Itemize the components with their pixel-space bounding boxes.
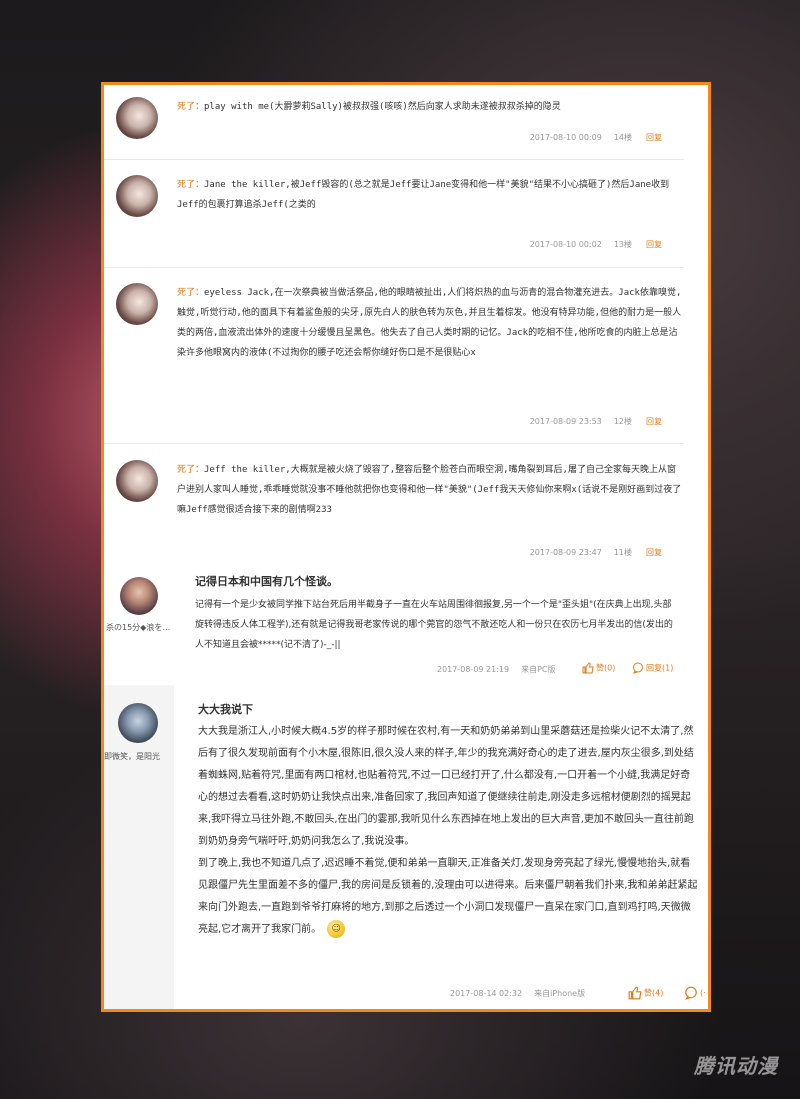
like-button[interactable]: 赞(4): [628, 986, 663, 1000]
comment-text: Jane the killer,被Jeff毁容的(总之就是Jeff要让Jane变…: [177, 180, 670, 210]
like-count: 赞(0): [596, 663, 616, 673]
comment-item: 杀の15分◆浪を… 记得日本和中国有几个怪谈。 记得有一个是少女被同学推下站台死…: [104, 563, 708, 685]
comment-text: 大大我是浙江人,小时候大概4.5岁的样子那时候在农村,有一天和奶奶弟弟到山里采蘑…: [198, 721, 698, 941]
comments-panel: 死了：play with me(大爵萝莉Sally)被叔叔强(咳咳)然后向家人求…: [101, 82, 711, 1012]
comment-time: 2017-08-10 00:02: [529, 240, 602, 249]
thumbs-up-icon: [628, 986, 642, 1000]
comment-item: 死了：Jane the killer,被Jeff毁容的(总之就是Jeff要让Ja…: [104, 163, 684, 268]
comment-source: 来自iPhone版: [534, 989, 586, 998]
comment-source: 来自PC版: [521, 665, 556, 674]
comment-item: 死了：play with me(大爵萝莉Sally)被叔叔强(咳咳)然后向家人求…: [104, 85, 684, 160]
divider: [104, 267, 684, 268]
avatar[interactable]: [116, 97, 158, 139]
comment-meta: 2017-08-09 23:47 11楼 回复: [530, 547, 662, 558]
comment-title: 记得日本和中国有几个怪谈。: [195, 575, 338, 588]
comment-item: 死了：eyeless Jack,在一次祭典被当做活祭品,他的眼睛被扯出,人们将炽…: [104, 271, 684, 444]
comment-author[interactable]: 死了：: [177, 465, 204, 475]
comment-title: 大大我说下: [198, 703, 253, 716]
reply-button[interactable]: 回复: [646, 417, 662, 426]
reply-count: (·: [700, 988, 706, 998]
like-count: 赞(4): [644, 988, 664, 998]
comment-text: Jeff the killer,大概就是被火烧了毁容了,整容后整个脸苍白而眼空洞…: [177, 465, 682, 515]
author-column: 即微笑，是阳光: [104, 685, 174, 1009]
like-button[interactable]: 赞(0): [582, 662, 615, 674]
reply-button[interactable]: 回复: [646, 133, 662, 142]
comment-paragraph: 到了晚上,我也不知道几点了,迟迟睡不着觉,便和弟弟一直聊天,正准备关灯,发现身旁…: [198, 858, 698, 935]
reply-button[interactable]: (·: [684, 986, 706, 1000]
comment-item: 死了：Jeff the killer,大概就是被火烧了毁容了,整容后整个脸苍白而…: [104, 448, 684, 560]
reply-button[interactable]: 回复: [646, 548, 662, 557]
divider: [104, 443, 684, 444]
comment-paragraph-container: 到了晚上,我也不知道几点了,迟迟睡不着觉,便和弟弟一直聊天,正准备关灯,发现身旁…: [198, 853, 698, 941]
comment-meta: 2017-08-10 00:02 13楼 回复: [530, 239, 662, 250]
avatar[interactable]: [120, 577, 158, 615]
comment-time: 2017-08-09 23:53: [529, 417, 602, 426]
comment-time: 2017-08-10 00:09: [529, 133, 602, 142]
comment-bubble-icon: [685, 986, 697, 1000]
comment-text: eyeless Jack,在一次祭典被当做活祭品,他的眼睛被扯出,人们将炽热的血…: [177, 288, 682, 358]
comment-time: 2017-08-14 02:32: [450, 989, 523, 998]
reply-button[interactable]: 回复(1): [632, 662, 673, 674]
comment-floor: 14楼: [613, 133, 632, 142]
thumbs-up-icon: [582, 662, 594, 674]
comment-bubble-icon: [633, 662, 643, 674]
comment-floor: 11楼: [613, 548, 632, 557]
comment-meta: 2017-08-10 00:09 14楼 回复: [530, 132, 662, 143]
comment-author[interactable]: 即微笑，是阳光: [104, 751, 174, 762]
comment-item: 即微笑，是阳光 大大我说下 大大我是浙江人,小时候大概4.5岁的样子那时候在农村…: [104, 685, 708, 1009]
reply-count: 回复(1): [646, 663, 674, 673]
reply-button[interactable]: 回复: [646, 240, 662, 249]
comment-meta: 2017-08-14 02:32 来自iPhone版: [450, 988, 585, 999]
comment-meta: 2017-08-09 23:53 12楼 回复: [530, 416, 662, 427]
comment-paragraph: 大大我是浙江人,小时候大概4.5岁的样子那时候在农村,有一天和奶奶弟弟到山里采蘑…: [198, 726, 694, 847]
comment-floor: 13楼: [613, 240, 632, 249]
comment-meta: 2017-08-09 21:19 来自PC版: [437, 664, 556, 675]
comment-floor: 12楼: [613, 417, 632, 426]
divider: [104, 159, 684, 160]
comment-text: 记得有一个是少女被同学推下站台死后用半截身子一直在火车站周围徘徊报复,另一个一个…: [195, 600, 673, 650]
comment-author[interactable]: 死了：: [177, 288, 204, 298]
watermark-logo: 腾讯动漫: [694, 1054, 778, 1078]
comment-text: play with me(大爵萝莉Sally)被叔叔强(咳咳)然后向家人求助未遂…: [204, 102, 561, 112]
comment-time: 2017-08-09 21:19: [437, 665, 510, 674]
comment-time: 2017-08-09 23:47: [529, 548, 602, 557]
avatar[interactable]: [118, 703, 158, 743]
avatar[interactable]: [116, 283, 158, 325]
comment-author[interactable]: 死了：: [177, 102, 204, 112]
avatar[interactable]: [116, 460, 158, 502]
avatar[interactable]: [116, 175, 158, 217]
comment-author[interactable]: 杀の15分◆浪を…: [106, 622, 178, 633]
laughing-emoji-icon: ☺: [327, 920, 346, 938]
comment-author[interactable]: 死了：: [177, 180, 204, 190]
